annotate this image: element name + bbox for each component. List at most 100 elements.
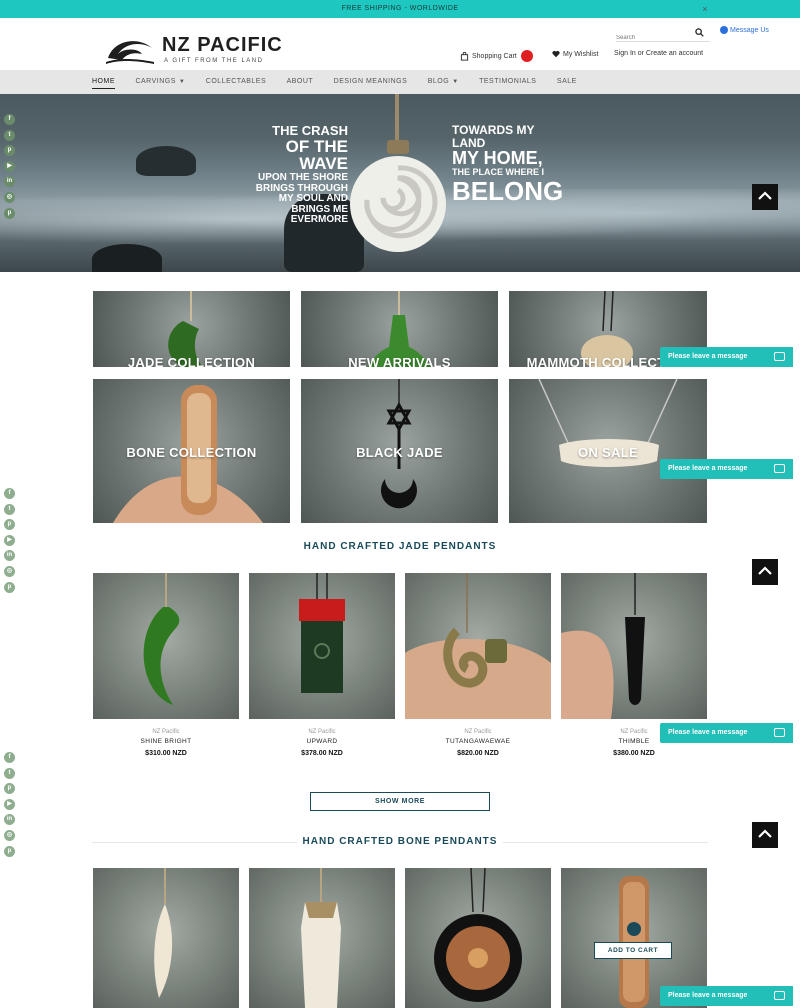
hero-text-left: THE CRASH OF THE WAVE UPON THE SHORE BRI… [252,124,348,226]
back-to-top-button[interactable] [752,559,778,585]
product-card[interactable]: NZ Pacific UPWARD $378.00 NZD [249,573,395,757]
product-image[interactable] [561,573,707,719]
nav-label: ABOUT [286,78,314,85]
product-price: $378.00 NZD [301,750,343,757]
hero-banner[interactable]: THE CRASH OF THE WAVE UPON THE SHORE BRI… [0,94,800,272]
product-name[interactable]: TUTANGAWAEWAE [405,738,551,745]
brand-name: NZ PACIFIC [162,34,283,56]
collection-label: BLACK JADE [356,445,443,460]
jade-toki-pendant-image [299,573,345,693]
collection-tile-bone[interactable]: BONE COLLECTION [93,379,290,523]
wishlist-heart-icon[interactable] [627,922,641,936]
instagram-icon[interactable]: ◎ [4,191,15,203]
collection-tile-new-arrivals[interactable]: NEW ARRIVALS [301,291,498,367]
facebook-icon[interactable]: f [4,752,15,763]
collection-tile-on-sale[interactable]: ON SALE [509,379,707,523]
nav-item-home[interactable]: HOME [92,70,115,94]
collection-tile-black-jade[interactable]: BLACK JADE [301,379,498,523]
chat-widget-tab[interactable]: Please leave a message [660,723,793,743]
hero-line: OF THE WAVE [285,136,348,174]
twitter-icon[interactable]: t [4,129,15,141]
wishlist-label: My Wishlist [563,50,599,58]
message-us-link[interactable]: Message Us [720,26,769,34]
jade-koru-hand-image [405,573,551,719]
cart-label: Shopping Cart [472,52,517,60]
chevron-up-icon [758,191,772,200]
search-icon[interactable] [695,28,704,37]
product-price: $820.00 NZD [457,750,499,757]
product-name[interactable]: UPWARD [249,738,395,745]
heart-icon [552,50,560,58]
hero-line: TOWARDS MY LAND [452,123,535,150]
chevron-down-icon: ▼ [452,79,459,85]
chat-widget-tab[interactable]: Please leave a message [660,986,793,1006]
pinterest-icon[interactable]: p [4,783,15,795]
chat-icon [774,991,785,1000]
chat-widget-tab[interactable]: Please leave a message [660,459,793,479]
product-card[interactable] [93,868,239,1008]
collection-tile-jade[interactable]: JADE COLLECTION [93,291,290,367]
nav-item-about[interactable]: ABOUT [287,70,314,94]
product-image[interactable] [93,868,239,1008]
back-to-top-button[interactable] [752,184,778,210]
chat-label: Please leave a message [668,465,748,472]
collection-label: BONE COLLECTION [126,445,257,460]
site-header: NZ PACIFIC A GIFT FROM THE LAND Message … [0,18,800,70]
youtube-icon[interactable]: ▶ [4,798,15,810]
nav-item-design-meanings[interactable]: DESIGN MEANINGS [334,70,408,94]
product-card[interactable]: NZ Pacific SHINE BRIGHT $310.00 NZD [93,573,239,757]
chat-widget-tab[interactable]: Please leave a message [660,347,793,367]
nav-item-testimonials[interactable]: TESTIMONIALS [479,70,536,94]
shopping-cart-link[interactable]: Shopping Cart [460,50,533,62]
section-title-bone: HAND CRAFTED BONE PENDANTS [0,836,800,847]
facebook-icon[interactable]: f [4,488,15,499]
social-bar: f t p ▶ in ◎ p [4,114,16,223]
twitter-icon[interactable]: t [4,767,15,779]
pinterest-icon[interactable]: p [4,145,15,157]
collection-label: JADE COLLECTION [127,355,256,367]
nav-item-blog[interactable]: BLOG ▼ [428,70,459,94]
shipping-text: FREE SHIPPING - WORLDWIDE [341,5,459,12]
product-name[interactable]: SHINE BRIGHT [93,738,239,745]
search-input[interactable] [616,31,688,45]
instagram-icon[interactable]: ◎ [4,565,15,577]
cart-icon [460,51,469,61]
product-image[interactable] [405,868,551,1008]
product-price: $310.00 NZD [145,750,187,757]
hero-line: BRINGS ME EVERMORE [290,203,348,226]
chat-icon [774,464,785,473]
close-icon[interactable]: × [702,0,708,18]
logo[interactable]: NZ PACIFIC A GIFT FROM THE LAND [104,32,294,72]
jade-hook-pendant-image [143,573,180,705]
youtube-icon[interactable]: ▶ [4,160,15,172]
product-card[interactable]: NZ Pacific TUTANGAWAEWAE $820.00 NZD [405,573,551,757]
pinterest-icon[interactable]: p [4,519,15,531]
rock [92,244,162,272]
product-card[interactable] [249,868,395,1008]
linkedin-icon[interactable]: in [4,550,15,562]
nav-item-sale[interactable]: SALE [557,70,577,94]
nav-label: BLOG [427,78,450,85]
wishlist-link[interactable]: My Wishlist [552,50,598,58]
nav-item-carvings[interactable]: CARVINGS ▼ [135,70,185,94]
pinterest-alt-icon[interactable]: p [4,207,15,219]
product-image[interactable] [249,868,395,1008]
add-to-cart-button[interactable]: ADD TO CART [594,942,672,959]
product-price: $380.00 NZD [613,750,655,757]
bone-disc-pendant-image [434,868,522,1002]
message-us-label: Message Us [730,26,769,34]
linkedin-icon[interactable]: in [4,814,15,826]
main-nav: HOME CARVINGS ▼ COLLECTABLES ABOUT DESIGN… [0,70,800,94]
product-image[interactable] [93,573,239,719]
product-card[interactable] [405,868,551,1008]
signin-link[interactable]: Sign In or Create an account [614,50,703,57]
show-more-button[interactable]: SHOW MORE [310,792,490,811]
pinterest-alt-icon[interactable]: p [4,581,15,593]
linkedin-icon[interactable]: in [4,176,15,188]
product-image[interactable] [405,573,551,719]
twitter-icon[interactable]: t [4,503,15,515]
facebook-icon[interactable]: f [4,114,15,125]
pinterest-alt-icon[interactable]: p [4,845,15,857]
product-image[interactable] [249,573,395,719]
nav-item-collectables[interactable]: COLLECTABLES [206,70,266,94]
